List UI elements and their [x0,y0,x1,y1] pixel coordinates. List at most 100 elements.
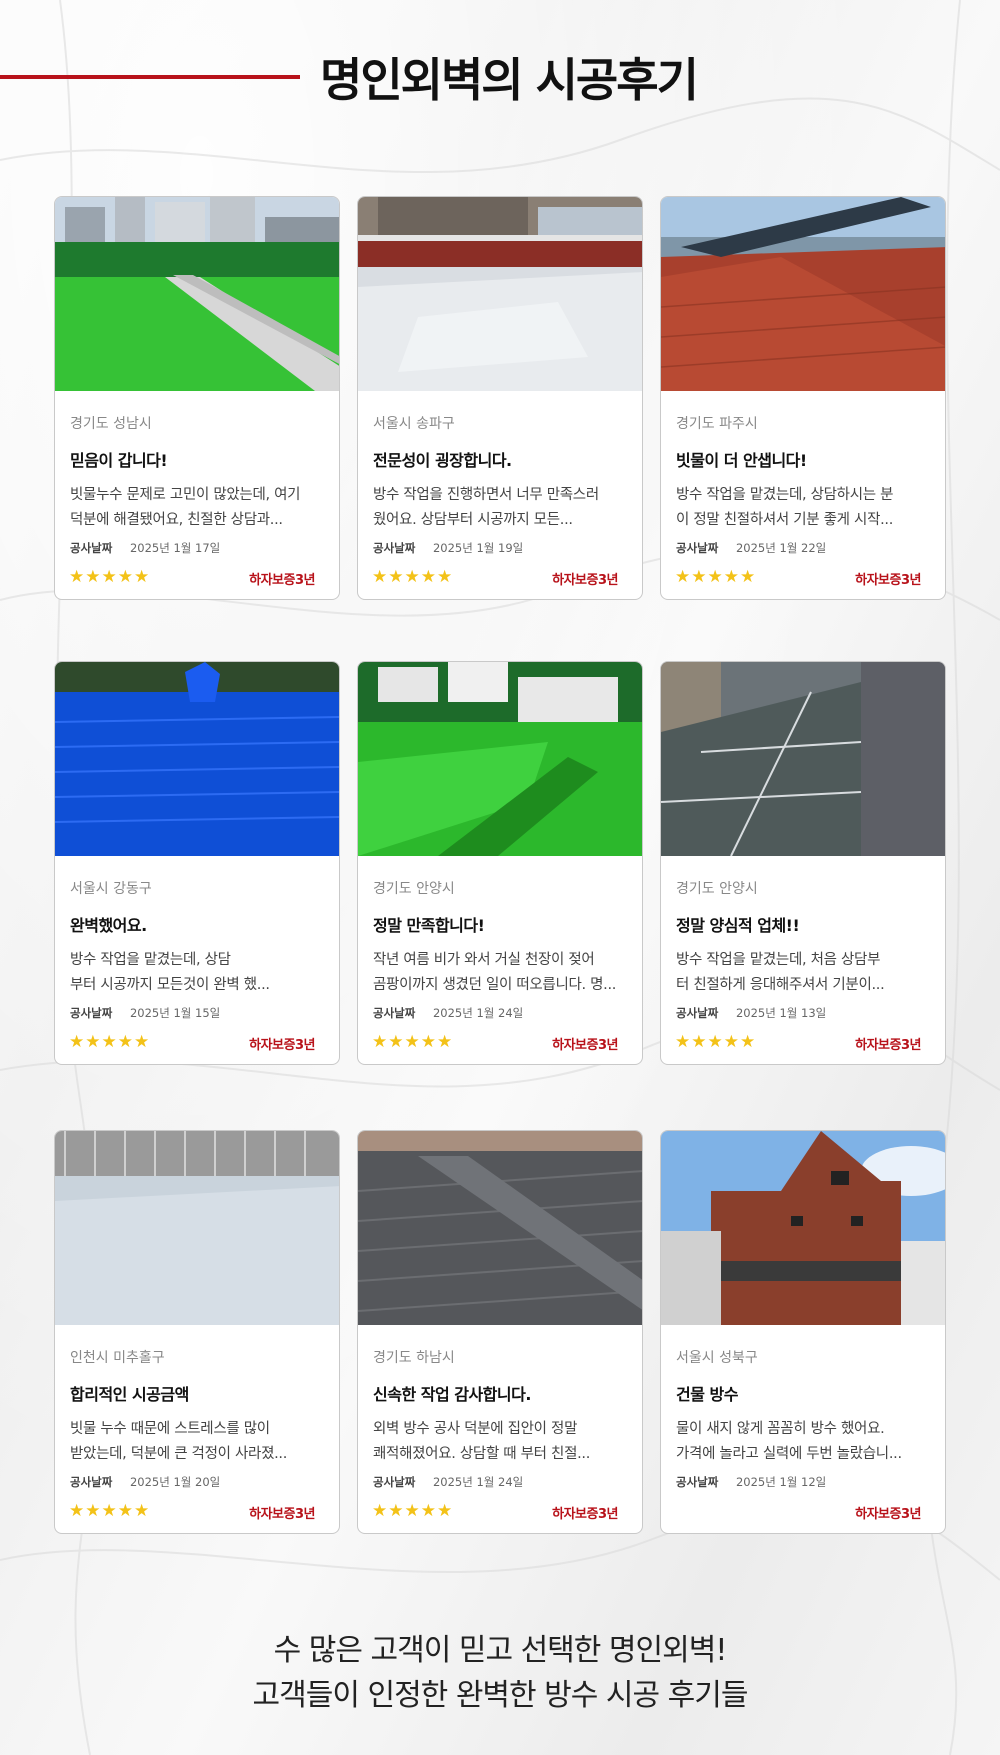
review-title: 정말 양심적 업체!! [676,916,800,935]
review-photo [55,662,339,856]
date-label: 공사날짜 [70,1475,113,1489]
date-value: 2025년 1월 19일 [432,541,524,555]
review-card[interactable]: 경기도 안양시 정말 만족합니다! 작년 여름 비가 와서 거실 천장이 젖어 … [357,661,643,1065]
warranty-badge: 하자보증3년 [249,573,315,588]
section-header: 명인외벽의 시공후기 [0,40,1000,112]
warranty-badge: 하자보증3년 [552,1507,618,1522]
review-text-line: 외벽 방수 공사 덕분에 집안이 정말 [373,1421,578,1437]
review-text: 외벽 방수 공사 덕분에 집안이 정말 쾌적해졌어요. 상담할 때 부터 친절.… [373,1417,627,1467]
date-label: 공사날짜 [676,1006,719,1020]
review-title: 빗물이 더 안샙니다! [676,451,807,470]
date-value: 2025년 1월 20일 [129,1475,221,1489]
review-text: 빗물 누수 때문에 스트레스를 많이 받았는데, 덕분에 큰 걱정이 사라졌..… [70,1417,324,1467]
date-value: 2025년 1월 13일 [735,1006,827,1020]
review-photo [661,1131,945,1325]
review-photo [358,1131,642,1325]
warranty-badge: 하자보증3년 [249,1507,315,1522]
header-accent-line [0,75,300,79]
review-card[interactable]: 서울시 송파구 전문성이 굉장합니다. 방수 작업을 진행하면서 너무 만족스러… [357,196,643,600]
review-text-line: 터 친절하게 응대해주셔서 기분이... [676,977,885,993]
review-card[interactable]: 경기도 성남시 믿음이 갑니다! 빗물누수 문제로 고민이 많았는데, 여기 덕… [54,196,340,600]
star-rating: ★★★★★ [675,567,757,587]
review-photo [358,197,642,391]
review-location: 경기도 성남시 [70,416,152,432]
review-title: 완벽했어요. [70,916,147,935]
review-text-line: 웠어요. 상담부터 시공까지 모든... [373,512,573,528]
star-rating: ★★★★★ [372,1501,454,1521]
footer-line-1: 수 많은 고객이 믿고 선택한 명인외벽! [273,1633,728,1668]
date-value: 2025년 1월 15일 [129,1006,221,1020]
review-title: 전문성이 굉장합니다. [373,451,512,470]
review-photo [661,197,945,391]
warranty-badge: 하자보증3년 [552,573,618,588]
review-card[interactable]: 경기도 안양시 정말 양심적 업체!! 방수 작업을 맡겼는데, 처음 상담부 … [660,661,946,1065]
date-value: 2025년 1월 22일 [735,541,827,555]
construction-date: 공사날짜 2025년 1월 24일 [373,1474,523,1490]
review-location: 서울시 성북구 [676,1350,758,1366]
star-rating: ★★★★★ [69,567,151,587]
review-text: 작년 여름 비가 와서 거실 천장이 젖어 곰팡이까지 생겼던 일이 떠오릅니다… [373,948,627,998]
date-label: 공사날짜 [676,541,719,555]
review-text-line: 방수 작업을 진행하면서 너무 만족스러 [373,487,599,503]
review-text-line: 쾌적해졌어요. 상담할 때 부터 친절... [373,1446,591,1462]
date-value: 2025년 1월 17일 [129,541,221,555]
review-card[interactable]: 경기도 하남시 신속한 작업 감사합니다. 외벽 방수 공사 덕분에 집안이 정… [357,1130,643,1534]
date-label: 공사날짜 [373,1006,416,1020]
review-title: 건물 방수 [676,1385,738,1404]
review-title: 정말 만족합니다! [373,916,485,935]
review-text-line: 받았는데, 덕분에 큰 걱정이 사라졌... [70,1446,288,1462]
star-rating: ★★★★★ [675,1032,757,1052]
date-value: 2025년 1월 12일 [735,1475,827,1489]
warranty-badge: 하자보증3년 [855,573,921,588]
review-text-line: 가격에 놀라고 실력에 두번 놀랐습니... [676,1446,902,1462]
star-rating: ★★★★★ [69,1032,151,1052]
review-card[interactable]: 서울시 강동구 완벽했어요. 방수 작업을 맡겼는데, 상담 부터 시공까지 모… [54,661,340,1065]
construction-date: 공사날짜 2025년 1월 13일 [676,1005,826,1021]
review-location: 경기도 안양시 [373,881,455,897]
warranty-badge: 하자보증3년 [249,1038,315,1053]
star-rating: ★★★★★ [372,567,454,587]
review-card[interactable]: 인천시 미추홀구 합리적인 시공금액 빗물 누수 때문에 스트레스를 많이 받았… [54,1130,340,1534]
date-value: 2025년 1월 24일 [432,1475,524,1489]
warranty-badge: 하자보증3년 [855,1038,921,1053]
date-label: 공사날짜 [676,1475,719,1489]
construction-date: 공사날짜 2025년 1월 24일 [373,1005,523,1021]
warranty-badge: 하자보증3년 [552,1038,618,1053]
construction-date: 공사날짜 2025년 1월 17일 [70,540,220,556]
date-label: 공사날짜 [373,1475,416,1489]
review-title: 믿음이 갑니다! [70,451,168,470]
review-photo [55,197,339,391]
review-card[interactable]: 경기도 파주시 빗물이 더 안샙니다! 방수 작업을 맡겼는데, 상담하시는 분… [660,196,946,600]
construction-date: 공사날짜 2025년 1월 12일 [676,1474,826,1490]
review-location: 서울시 강동구 [70,881,152,897]
review-text-line: 부터 시공까지 모든것이 완벽 했... [70,977,270,993]
review-photo [358,662,642,856]
review-card[interactable]: 서울시 성북구 건물 방수 물이 새지 않게 꼼꼼히 방수 했어요. 가격에 놀… [660,1130,946,1534]
review-location: 경기도 안양시 [676,881,758,897]
review-location: 경기도 파주시 [676,416,758,432]
review-text: 물이 새지 않게 꼼꼼히 방수 했어요. 가격에 놀라고 실력에 두번 놀랐습니… [676,1417,930,1467]
star-rating: ★★★★★ [69,1501,151,1521]
review-title: 신속한 작업 감사합니다. [373,1385,531,1404]
date-value: 2025년 1월 24일 [432,1006,524,1020]
construction-date: 공사날짜 2025년 1월 15일 [70,1005,220,1021]
footer-tagline: 수 많은 고객이 믿고 선택한 명인외벽! 고객들이 인정한 완벽한 방수 시공… [0,1628,1000,1718]
review-text-line: 방수 작업을 맡겼는데, 상담 [70,952,231,968]
review-location: 서울시 송파구 [373,416,455,432]
review-location: 경기도 하남시 [373,1350,455,1366]
review-title: 합리적인 시공금액 [70,1385,189,1404]
review-text-line: 빗물 누수 때문에 스트레스를 많이 [70,1421,270,1437]
construction-date: 공사날짜 2025년 1월 19일 [373,540,523,556]
review-photo [55,1131,339,1325]
review-text-line: 작년 여름 비가 와서 거실 천장이 젖어 [373,952,595,968]
review-text-line: 이 정말 친절하셔서 기분 좋게 시작... [676,512,894,528]
review-text-line: 물이 새지 않게 꼼꼼히 방수 했어요. [676,1421,885,1437]
review-text: 방수 작업을 맡겼는데, 상담하시는 분 이 정말 친절하셔서 기분 좋게 시작… [676,483,930,533]
footer-line-2: 고객들이 인정한 완벽한 방수 시공 후기들 [252,1678,749,1713]
review-text: 방수 작업을 진행하면서 너무 만족스러 웠어요. 상담부터 시공까지 모든..… [373,483,627,533]
review-text-line: 방수 작업을 맡겼는데, 상담하시는 분 [676,487,894,503]
construction-date: 공사날짜 2025년 1월 22일 [676,540,826,556]
page-title: 명인외벽의 시공후기 [320,53,699,107]
review-text-line: 곰팡이까지 생겼던 일이 떠오릅니다. 명... [373,977,617,993]
date-label: 공사날짜 [70,1006,113,1020]
